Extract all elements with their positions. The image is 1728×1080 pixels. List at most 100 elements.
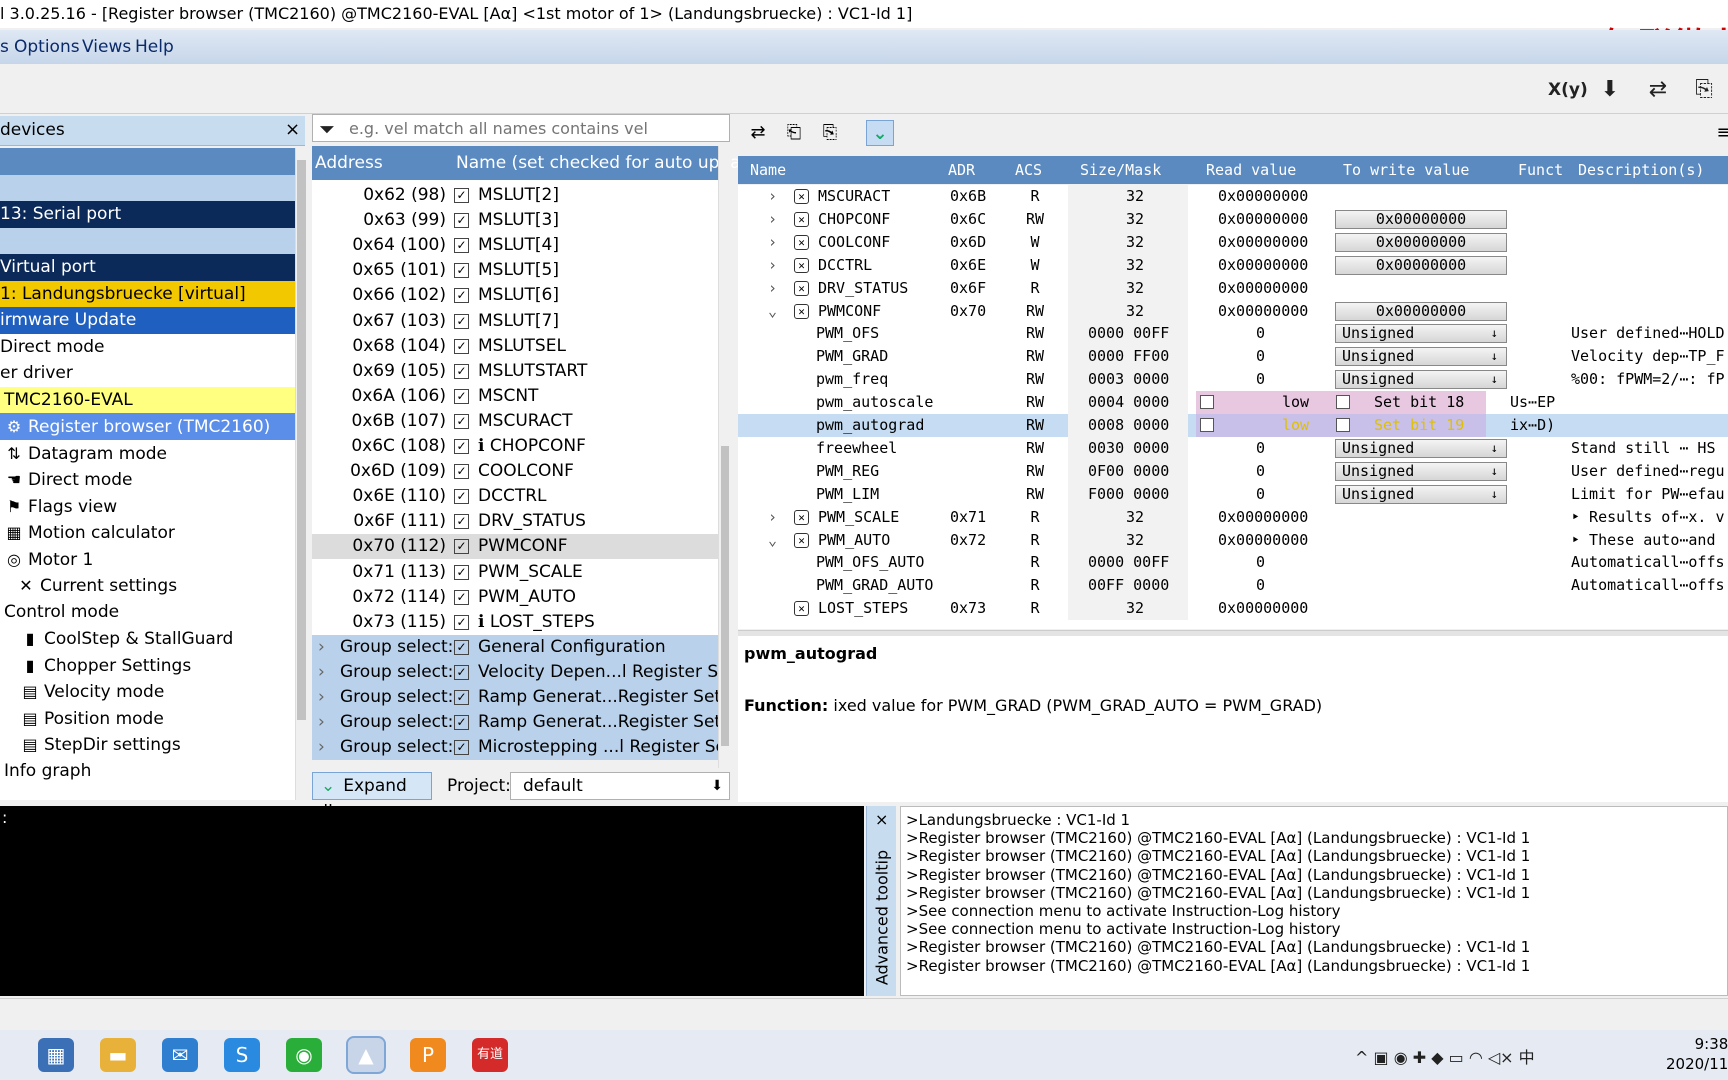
register-row[interactable]: pwm_autograd RW 0008 0000 low Set bit 19 ix⋯D… <box>738 414 1728 437</box>
register-list-row[interactable]: 0x73 (115) ✓ ℹ LOST_STEPS <box>312 610 718 635</box>
tree-item[interactable]: TMC2160-EVAL <box>0 386 295 414</box>
register-list-row[interactable]: 0x67 (103) ✓ MSLUT[7] <box>312 309 718 334</box>
register-row[interactable]: freewheel RW 0030 0000 0 Unsigned ↓ Stand stil… <box>738 436 1728 460</box>
auto-update-checkbox[interactable]: ✓ <box>454 439 469 454</box>
register-list-row[interactable]: 0x62 (98) ✓ MSLUT[2] <box>312 183 718 208</box>
header-name[interactable]: Name <box>750 161 786 179</box>
calculator-icon[interactable]: ▦ <box>38 1038 74 1072</box>
menu-item-views[interactable]: Views <box>82 37 131 57</box>
tree-item[interactable] <box>0 148 295 175</box>
swap-icon[interactable]: ⇄ <box>1642 74 1674 106</box>
mail-icon[interactable]: ✉ <box>162 1038 198 1072</box>
x-y-icon[interactable]: X(y) <box>1548 74 1588 106</box>
scrollbar-thumb[interactable] <box>297 160 306 720</box>
group-select-row[interactable]: › Group select: ✓ Ramp Generat...Register S… <box>312 685 718 710</box>
write-format-dropdown[interactable]: Unsigned ↓ <box>1335 370 1507 390</box>
header-size-mask[interactable]: Size/Mask <box>1080 161 1161 179</box>
register-list-row[interactable]: 0x69 (105) ✓ MSLUTSTART <box>312 359 718 384</box>
chevron-down-icon[interactable]: ⌄ <box>866 120 894 146</box>
column-address[interactable]: Address <box>315 153 383 173</box>
write-format-dropdown[interactable]: Unsigned ↓ <box>1335 324 1507 344</box>
write-value-button[interactable]: 0x00000000 <box>1335 255 1507 275</box>
group-checkbox[interactable]: ✓ <box>454 690 469 705</box>
write-format-dropdown[interactable]: Unsigned ↓ <box>1335 347 1507 367</box>
group-select-row[interactable]: › Group select: ✓ General Configuration <box>312 634 718 660</box>
tree-item[interactable]: 1: Landungsbruecke [virtual] <box>0 280 295 308</box>
register-list-row[interactable]: 0x6C (108) ✓ ℹ CHOPCONF <box>312 434 718 459</box>
tree-item[interactable]: Control mode <box>0 598 295 626</box>
register-row[interactable]: pwm_freq RW 0003 0000 0 Unsigned ↓ %00: fPWM=2… <box>738 368 1728 392</box>
header-write-value[interactable]: To write value <box>1343 161 1469 179</box>
export-icon[interactable]: ⎘ <box>1688 74 1720 106</box>
tree-item[interactable]: 13: Serial port <box>0 201 295 228</box>
chevron-right-icon[interactable]: › <box>318 710 325 735</box>
tree-item[interactable]: Direct mode <box>0 333 295 361</box>
swap-icon[interactable]: ⇄ <box>744 120 772 146</box>
write-value-button[interactable]: 0x00000000 <box>1335 232 1507 252</box>
auto-update-checkbox[interactable]: ✓ <box>454 363 469 379</box>
register-row[interactable]: PWM_REG RW 0F00 0000 0 Unsigned ↓ User defined… <box>738 459 1728 483</box>
write-value-button[interactable]: 0x00000000 <box>1335 209 1507 229</box>
project-select[interactable]: default ⬇ <box>510 772 730 800</box>
tree-item[interactable]: ⚙ Register browser (TMC2160) <box>0 413 295 440</box>
file-explorer-icon[interactable]: ▬ <box>100 1038 136 1072</box>
auto-update-checkbox[interactable]: ✓ <box>454 313 469 329</box>
auto-update-checkbox[interactable]: ✓ <box>454 464 469 480</box>
advanced-tooltip-tab[interactable]: × Advanced tooltip <box>866 806 896 996</box>
auto-update-checkbox[interactable]: ✓ <box>454 514 469 530</box>
export-icon[interactable]: ⎘ <box>816 120 844 146</box>
register-row[interactable]: › ✕ DCCTRL 0x6E W 32 0x00000000 0x00000000 <box>738 253 1728 277</box>
tree-item[interactable]: Info graph <box>0 757 295 785</box>
filter-input[interactable] <box>349 117 724 139</box>
register-row[interactable]: PWM_OFS RW 0000 00FF 0 Unsigned ↓ User defined… <box>738 322 1728 346</box>
register-list-scrollbar[interactable] <box>718 146 730 768</box>
close-icon[interactable]: × <box>285 119 300 140</box>
register-list-row[interactable]: 0x6F (111) ✓ DRV_STATUS <box>312 509 718 534</box>
header-funct[interactable]: Funct <box>1518 161 1563 179</box>
tree-item[interactable]: ⚑ Flags view <box>0 492 295 520</box>
auto-update-checkbox[interactable]: ✓ <box>454 614 469 630</box>
group-checkbox[interactable]: ✓ <box>454 639 469 655</box>
auto-update-checkbox[interactable]: ✓ <box>454 388 469 404</box>
menu-icon[interactable]: ≡ <box>1710 120 1728 146</box>
register-row[interactable]: pwm_autoscale RW 0004 0000 low Set bit 18 Us⋯… <box>738 391 1728 415</box>
register-row[interactable]: ✕ LOST_STEPS 0x73 R 32 0x00000000 <box>738 597 1728 621</box>
register-row[interactable]: PWM_OFS_AUTO R 0000 00FF 0 Automaticall⋯offs <box>738 551 1728 575</box>
register-list-row[interactable]: 0x6A (106) ✓ MSCNT <box>312 384 718 409</box>
menu-item-help[interactable]: Help <box>135 37 174 57</box>
register-list-row[interactable]: 0x63 (99) ✓ MSLUT[3] <box>312 208 718 233</box>
register-row[interactable]: PWM_GRAD RW 0000 FF00 0 Unsigned ↓ Velocity de… <box>738 345 1728 369</box>
register-list-row[interactable]: 0x66 (102) ✓ MSLUT[6] <box>312 283 718 308</box>
header-read-value[interactable]: Read value <box>1206 161 1296 179</box>
register-row[interactable]: › ✕ COOLCONF 0x6D W 32 0x00000000 0x00000000 <box>738 230 1728 254</box>
tree-item[interactable]: ▦ Motion calculator <box>0 519 295 546</box>
auto-update-checkbox[interactable]: ✓ <box>454 589 469 605</box>
chevron-right-icon[interactable]: › <box>318 635 325 660</box>
tree-item[interactable]: ◎ Motor 1 <box>0 545 295 573</box>
download-icon[interactable]: ⬇ <box>1594 74 1626 106</box>
write-value-button[interactable]: 0x00000000 <box>1335 301 1507 321</box>
console-output[interactable]: : <box>0 806 864 996</box>
register-row[interactable]: › ✕ MSCURACT 0x6B R 32 0x00000000 <box>738 185 1728 208</box>
tree-item[interactable] <box>0 174 295 202</box>
tree-item[interactable]: ▤ Velocity mode <box>0 678 295 705</box>
expand-icon[interactable]: ⌄ <box>768 529 777 552</box>
import-icon[interactable]: ⎗ <box>780 120 808 146</box>
wechat-icon[interactable]: ◉ <box>286 1038 322 1072</box>
tree-item[interactable]: irmware Update <box>0 307 295 334</box>
chevron-right-icon[interactable]: › <box>318 685 325 710</box>
register-list-row[interactable]: 0x6D (109) ✓ COOLCONF <box>312 459 718 484</box>
register-row[interactable]: › ✕ CHOPCONF 0x6C RW 32 0x00000000 0x00000000 <box>738 207 1728 231</box>
expand-icon[interactable]: › <box>768 231 777 254</box>
tree-item[interactable]: ▤ StepDir settings <box>0 731 295 758</box>
tree-item[interactable]: ▮ CoolStep & StallGuard <box>0 625 295 652</box>
scrollbar-thumb[interactable] <box>721 446 729 746</box>
expand-icon[interactable]: › <box>768 254 777 277</box>
group-select-row[interactable]: › Group select: ✓ Ramp Generat...Register S… <box>312 710 718 736</box>
menu-item-options[interactable]: Options <box>14 37 80 57</box>
tree-item[interactable]: ▮ Chopper Settings <box>0 651 295 679</box>
register-list-row[interactable]: 0x65 (101) ✓ MSLUT[5] <box>312 258 718 283</box>
register-list-row[interactable]: 0x72 (114) ✓ PWM_AUTO <box>312 585 718 610</box>
header-descriptions[interactable]: Description(s) <box>1578 161 1704 179</box>
expand-all-button[interactable]: ⌄Expand all <box>312 772 432 822</box>
